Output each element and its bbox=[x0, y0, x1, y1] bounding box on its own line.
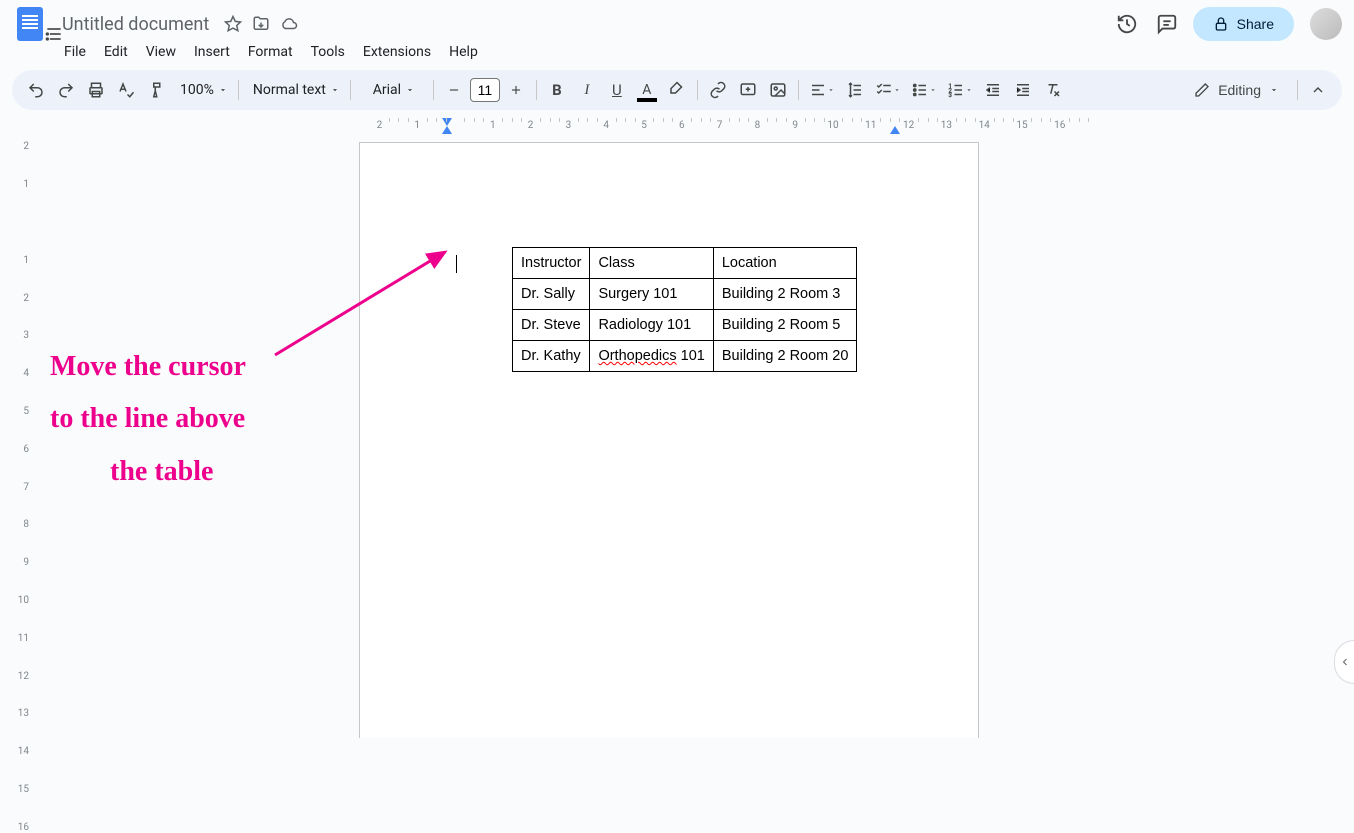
left-indent-marker[interactable] bbox=[442, 126, 452, 134]
table-row[interactable]: Dr. Steve Radiology 101 Building 2 Room … bbox=[513, 310, 857, 341]
avatar[interactable] bbox=[1310, 8, 1342, 40]
share-button[interactable]: Share bbox=[1193, 7, 1294, 41]
horizontal-ruler[interactable]: 2112345678910111213141516 bbox=[37, 118, 1354, 134]
menu-insert[interactable]: Insert bbox=[186, 40, 238, 64]
numbered-list-button[interactable]: 123 bbox=[943, 76, 977, 104]
paragraph-style-dropdown[interactable]: Normal text bbox=[245, 76, 344, 104]
table-row[interactable]: Instructor Class Location bbox=[513, 248, 857, 279]
document-outline-button[interactable] bbox=[40, 20, 68, 48]
print-button[interactable] bbox=[82, 76, 110, 104]
table-cell[interactable]: Dr. Kathy bbox=[513, 341, 590, 372]
comments-icon[interactable] bbox=[1153, 10, 1181, 38]
insert-link-button[interactable] bbox=[704, 76, 732, 104]
highlight-color-button[interactable] bbox=[663, 76, 691, 104]
cloud-status-icon[interactable] bbox=[279, 14, 299, 34]
document-table[interactable]: Instructor Class Location Dr. Sally Surg… bbox=[512, 247, 857, 372]
text-cursor bbox=[456, 255, 457, 273]
collapse-toolbar-button[interactable] bbox=[1304, 76, 1332, 104]
svg-text:3: 3 bbox=[948, 92, 951, 99]
menu-format[interactable]: Format bbox=[240, 40, 301, 64]
table-cell[interactable]: Instructor bbox=[513, 248, 590, 279]
spellcheck-button[interactable] bbox=[112, 76, 140, 104]
menu-tools[interactable]: Tools bbox=[303, 40, 353, 64]
first-line-indent-marker[interactable] bbox=[442, 118, 452, 126]
document-page[interactable]: Instructor Class Location Dr. Sally Surg… bbox=[359, 142, 979, 738]
table-cell[interactable]: Building 2 Room 5 bbox=[713, 310, 857, 341]
titlebar: Untitled document Share bbox=[0, 0, 1354, 40]
add-comment-button[interactable] bbox=[734, 76, 762, 104]
table-cell[interactable]: Dr. Steve bbox=[513, 310, 590, 341]
decrease-font-size-button[interactable] bbox=[440, 76, 468, 104]
menu-extensions[interactable]: Extensions bbox=[355, 40, 439, 64]
table-cell[interactable]: Radiology 101 bbox=[590, 310, 713, 341]
text-color-button[interactable]: A bbox=[633, 76, 661, 104]
document-title[interactable]: Untitled document bbox=[56, 12, 215, 37]
vertical-ruler[interactable]: 2112345678910111213141516 bbox=[0, 134, 37, 738]
menu-help[interactable]: Help bbox=[441, 40, 486, 64]
table-cell[interactable]: Orthopedics 101 bbox=[590, 341, 713, 372]
align-dropdown[interactable] bbox=[805, 76, 839, 104]
canvas[interactable]: Instructor Class Location Dr. Sally Surg… bbox=[37, 134, 1354, 738]
font-dropdown[interactable]: Arial bbox=[357, 76, 427, 104]
lock-icon bbox=[1213, 16, 1229, 32]
table-cell[interactable]: Surgery 101 bbox=[590, 279, 713, 310]
right-indent-marker[interactable] bbox=[890, 126, 900, 134]
bulleted-list-button[interactable] bbox=[907, 76, 941, 104]
chevron-down-icon bbox=[1269, 85, 1279, 95]
decrease-indent-button[interactable] bbox=[979, 76, 1007, 104]
line-spacing-button[interactable] bbox=[841, 76, 869, 104]
bold-button[interactable]: B bbox=[543, 76, 571, 104]
main-area: 2112345678910111213141516 Instructor Cla… bbox=[0, 134, 1354, 738]
menubar: File Edit View Insert Format Tools Exten… bbox=[0, 40, 1354, 70]
table-row[interactable]: Dr. Kathy Orthopedics 101 Building 2 Roo… bbox=[513, 341, 857, 372]
editing-mode-dropdown[interactable]: Editing bbox=[1182, 76, 1291, 104]
redo-button[interactable] bbox=[52, 76, 80, 104]
table-cell[interactable]: Class bbox=[590, 248, 713, 279]
menu-edit[interactable]: Edit bbox=[96, 40, 136, 64]
checklist-button[interactable] bbox=[871, 76, 905, 104]
zoom-dropdown[interactable]: 100% bbox=[172, 76, 232, 104]
toolbar: 100% Normal text Arial B I U A 123 Editi… bbox=[12, 70, 1342, 110]
insert-image-button[interactable] bbox=[764, 76, 792, 104]
table-cell[interactable]: Building 2 Room 3 bbox=[713, 279, 857, 310]
move-icon[interactable] bbox=[251, 14, 271, 34]
history-icon[interactable] bbox=[1113, 10, 1141, 38]
paint-format-button[interactable] bbox=[142, 76, 170, 104]
italic-button[interactable]: I bbox=[573, 76, 601, 104]
ruler-container: 2112345678910111213141516 bbox=[0, 118, 1354, 134]
font-size-input[interactable] bbox=[470, 78, 500, 102]
pencil-icon bbox=[1194, 82, 1210, 98]
clear-formatting-button[interactable] bbox=[1039, 76, 1067, 104]
table-row[interactable]: Dr. Sally Surgery 101 Building 2 Room 3 bbox=[513, 279, 857, 310]
table-cell[interactable]: Location bbox=[713, 248, 857, 279]
table-cell[interactable]: Building 2 Room 20 bbox=[713, 341, 857, 372]
underline-button[interactable]: U bbox=[603, 76, 631, 104]
increase-font-size-button[interactable] bbox=[502, 76, 530, 104]
star-icon[interactable] bbox=[223, 14, 243, 34]
table-cell[interactable]: Dr. Sally bbox=[513, 279, 590, 310]
menu-view[interactable]: View bbox=[138, 40, 184, 64]
increase-indent-button[interactable] bbox=[1009, 76, 1037, 104]
undo-button[interactable] bbox=[22, 76, 50, 104]
share-label: Share bbox=[1237, 16, 1274, 32]
